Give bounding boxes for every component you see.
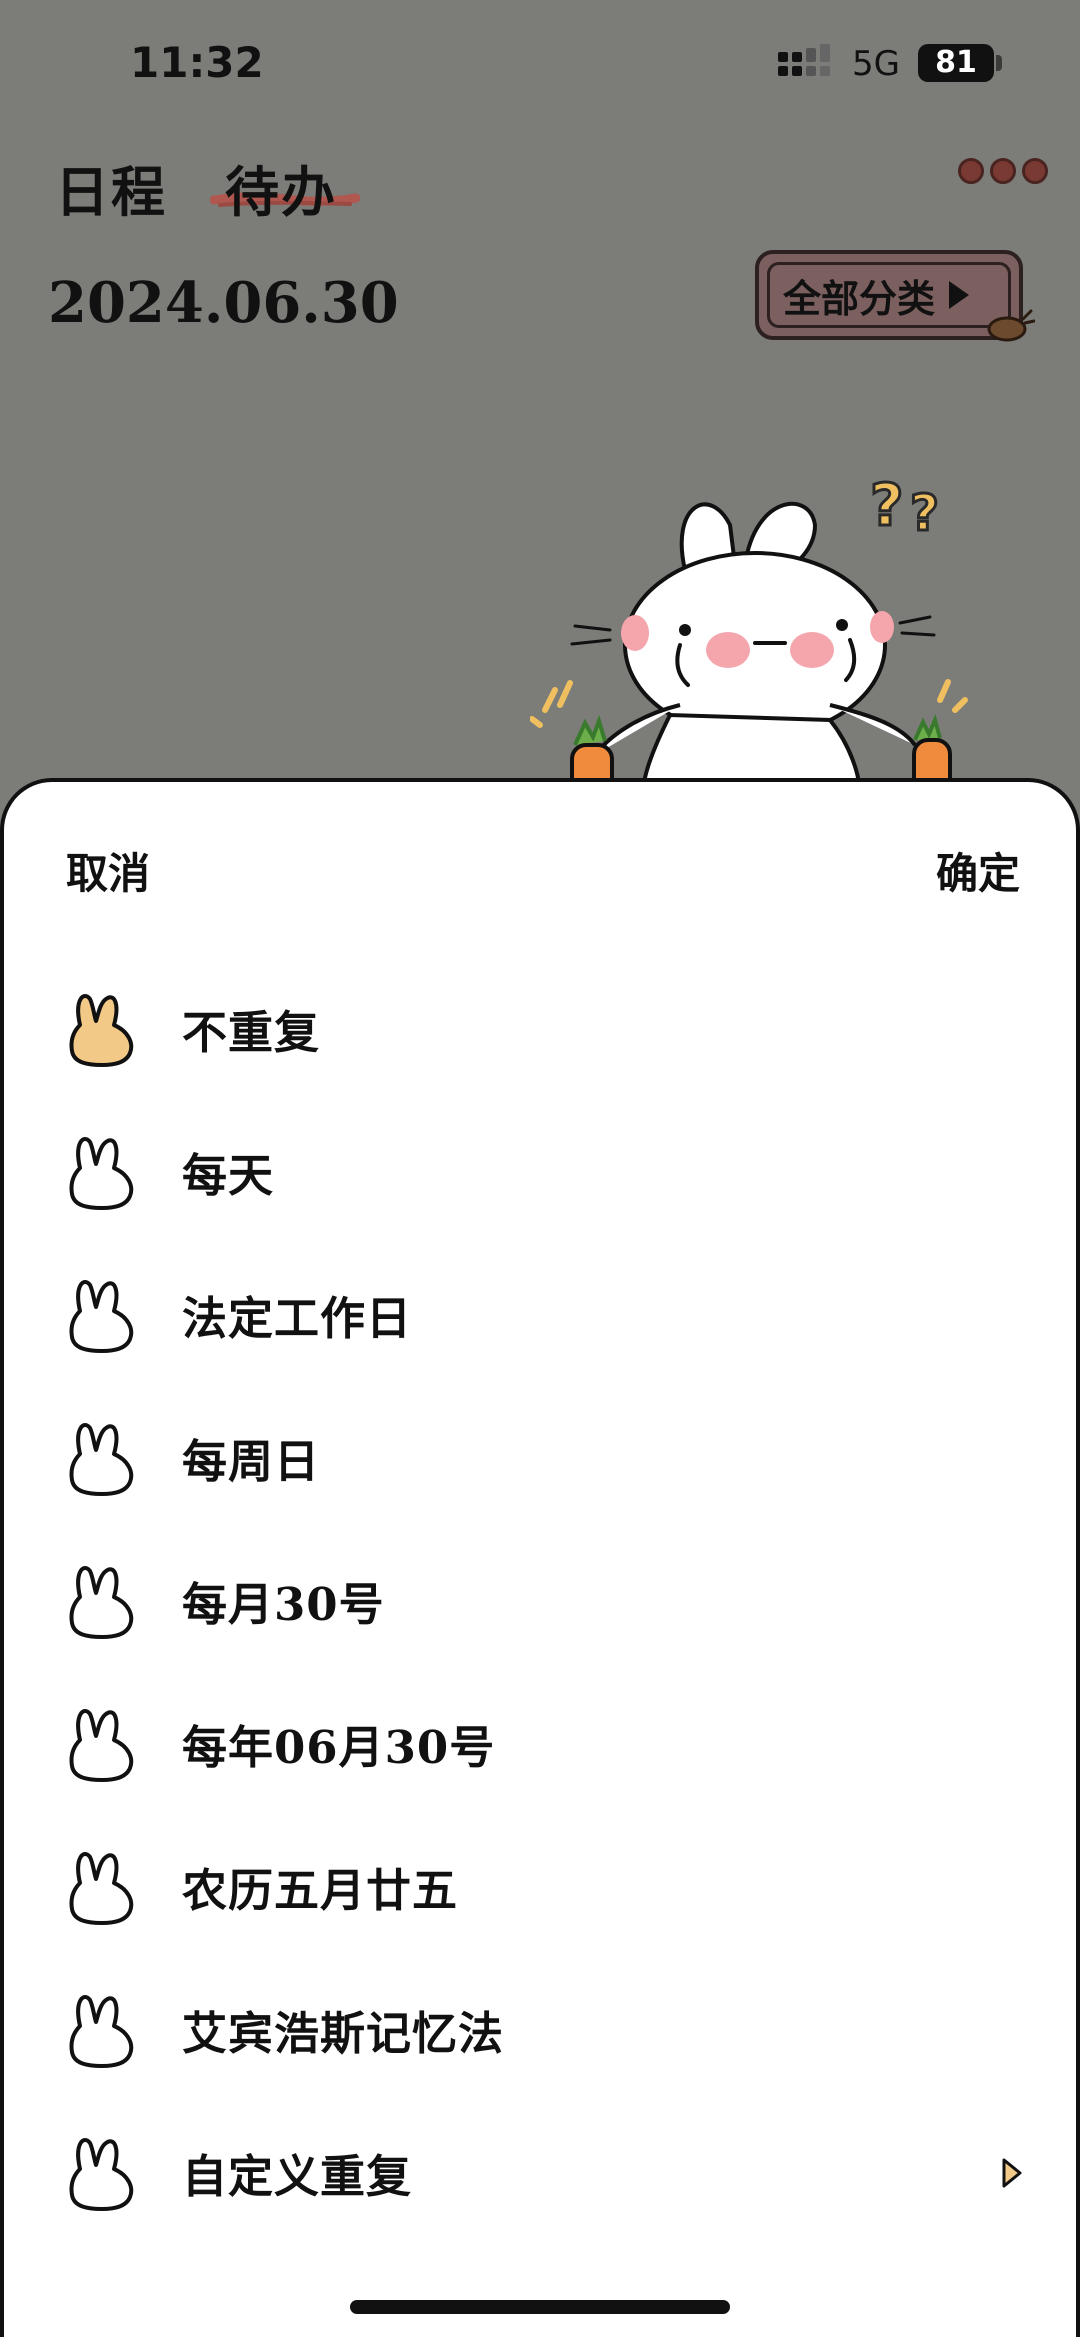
signal-icon: [778, 44, 830, 76]
battery-icon: 81: [918, 44, 994, 82]
battery-tip: [996, 55, 1002, 71]
option-label: 每周日: [182, 1435, 321, 1488]
category-filter-label: 全部分类: [783, 275, 936, 321]
option-label: 艾宾浩斯记忆法: [182, 2007, 505, 2060]
option-label: 每年06月30号: [182, 1721, 496, 1774]
option-monthly[interactable]: 每月30号: [4, 1529, 1080, 1672]
option-weekly[interactable]: 每周日: [4, 1386, 1080, 1529]
cancel-button[interactable]: 取消: [66, 840, 150, 901]
more-dot-icon: [1022, 158, 1048, 184]
tab-todo[interactable]: 待办: [225, 148, 337, 227]
option-label: 不重复: [182, 1006, 321, 1059]
network-label: 5G: [852, 44, 900, 84]
repeat-options-sheet: 取消 确定 不重复 每天 法定工作日 每周日 每月30号 每年06月30号 农历…: [0, 778, 1080, 2337]
more-dot-icon: [958, 158, 984, 184]
more-button[interactable]: [958, 158, 1050, 192]
more-dot-icon: [990, 158, 1016, 184]
bunny-radio-icon: [69, 1565, 134, 1639]
bunny-illustration: ? ?: [530, 470, 968, 795]
option-label: 农历五月廿五: [182, 1864, 459, 1917]
bunny-radio-icon: [69, 1851, 134, 1925]
option-label: 每月30号: [182, 1578, 385, 1631]
bunny-radio-icon: [69, 1422, 134, 1496]
svg-text:?: ?: [910, 484, 939, 542]
bunny-radio-selected-icon: [69, 993, 134, 1067]
option-ebbinghaus[interactable]: 艾宾浩斯记忆法: [4, 1958, 1080, 2101]
status-bar: 11:32 5G 81: [0, 0, 1080, 130]
option-no-repeat[interactable]: 不重复: [4, 957, 1080, 1100]
option-daily[interactable]: 每天: [4, 1100, 1080, 1243]
bunny-radio-icon: [69, 2137, 134, 2211]
bunny-radio-icon: [69, 1279, 134, 1353]
chevron-right-icon: [1002, 2158, 1022, 2187]
confirm-button[interactable]: 确定: [936, 840, 1020, 901]
carrot-charm-icon: [987, 309, 1035, 342]
option-label: 法定工作日: [182, 1292, 413, 1345]
option-label: 每天: [182, 1149, 275, 1202]
svg-text:?: ?: [870, 471, 904, 539]
option-workdays[interactable]: 法定工作日: [4, 1243, 1080, 1386]
bunny-radio-icon: [69, 1994, 134, 2068]
home-indicator[interactable]: [350, 2300, 730, 2314]
tab-schedule[interactable]: 日程: [55, 148, 167, 227]
option-yearly[interactable]: 每年06月30号: [4, 1672, 1080, 1815]
play-arrow-icon: [949, 281, 970, 309]
option-label: 自定义重复: [182, 2150, 413, 2203]
status-time: 11:32: [130, 38, 264, 87]
current-date[interactable]: 2024.06.30: [48, 270, 399, 336]
category-filter-button[interactable]: 全部分类: [755, 250, 1023, 340]
bunny-radio-icon: [69, 1136, 134, 1210]
option-lunar[interactable]: 农历五月廿五: [4, 1815, 1080, 1958]
bunny-radio-icon: [69, 1708, 134, 1782]
option-custom-repeat[interactable]: 自定义重复: [4, 2101, 1080, 2244]
